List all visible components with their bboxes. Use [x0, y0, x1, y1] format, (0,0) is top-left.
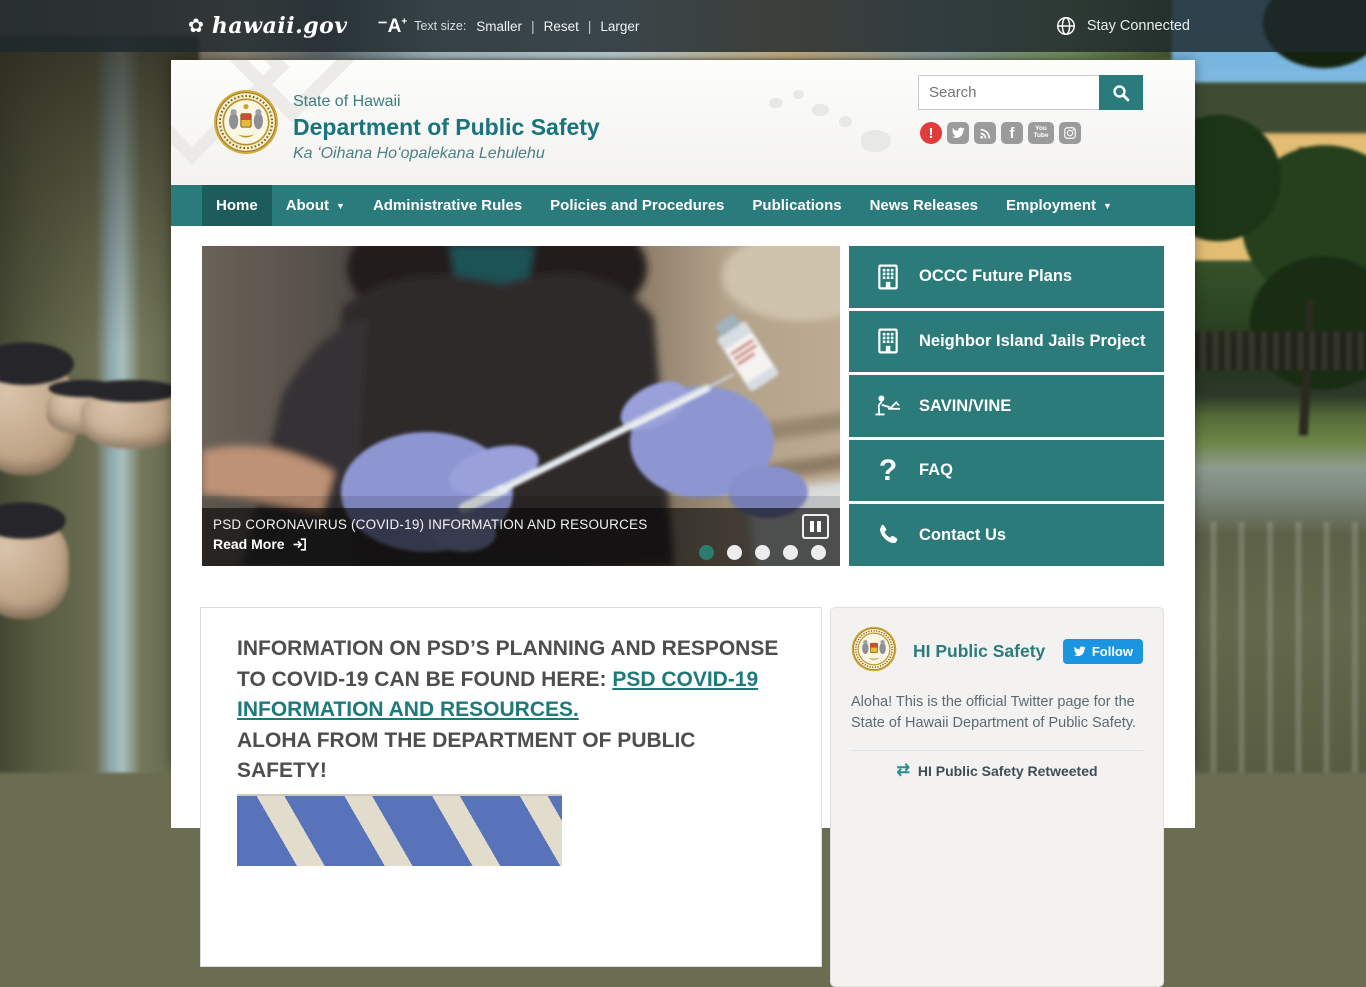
search-box	[918, 75, 1143, 110]
nav-item-about[interactable]: About ▼	[272, 185, 359, 226]
search-icon	[1113, 84, 1130, 101]
divider	[851, 750, 1143, 751]
twitter-avatar-seal[interactable]	[851, 626, 897, 677]
pond-stone	[0, 502, 69, 619]
nav-item-policies-and-procedures[interactable]: Policies and Procedures	[536, 185, 738, 226]
stay-connected-link[interactable]: Stay Connected	[1055, 15, 1190, 37]
retweet-icon: ⇄	[896, 762, 910, 779]
carousel-dot-1[interactable]	[699, 545, 714, 560]
chevron-down-icon: ▼	[1103, 200, 1112, 211]
globe-icon	[1056, 17, 1075, 35]
separator: |	[587, 18, 592, 34]
covid-info-text: INFORMATION ON PSD’S PLANNING AND RESPON…	[237, 634, 785, 787]
question-icon: ?	[878, 453, 898, 487]
carousel-dot-3[interactable]	[755, 545, 770, 560]
alert-icon[interactable]: !	[920, 122, 942, 144]
quick-link-occc-future-plans[interactable]: OCCC Future Plans	[849, 246, 1164, 308]
youtube-icon[interactable]: You Tube	[1028, 122, 1054, 144]
hawaii-gov-label: hawaii.gov	[211, 13, 348, 39]
text-larger-link[interactable]: Larger	[600, 19, 639, 34]
search-input[interactable]	[918, 75, 1099, 110]
twitter-icon[interactable]	[947, 122, 969, 144]
person-computer-icon	[871, 393, 905, 419]
stay-connected-label: Stay Connected	[1086, 18, 1190, 34]
sign-in-arrow-icon	[293, 537, 306, 551]
agency-title: Department of Public Safety	[293, 114, 600, 141]
twitter-widget: HI Public Safety Follow Aloha! This is t…	[830, 607, 1164, 987]
twitter-account-name[interactable]: HI Public Safety	[913, 641, 1045, 662]
quick-link-neighbor-island-jails[interactable]: Neighbor Island Jails Project	[849, 310, 1164, 373]
follow-button[interactable]: Follow	[1062, 639, 1143, 664]
hawaii-flag-image	[237, 793, 562, 866]
text-size-icon: ⁻A+	[377, 15, 408, 37]
nav-item-home[interactable]: Home	[202, 185, 272, 226]
twitter-bio: Aloha! This is the official Twitter page…	[851, 694, 1137, 731]
state-seal	[213, 89, 279, 160]
nav-item-administrative-rules[interactable]: Administrative Rules	[359, 185, 536, 226]
carousel-caption: PSD CORONAVIRUS (COVID-19) INFORMATION A…	[213, 517, 648, 532]
instagram-icon[interactable]	[1059, 122, 1081, 144]
hibiscus-icon: ✿	[188, 15, 204, 37]
read-more-link[interactable]: Read More	[213, 536, 307, 552]
agency-supertitle: State of Hawaii	[293, 93, 401, 110]
carousel-pause-button[interactable]	[802, 514, 829, 539]
hawaii-gov-logo[interactable]: ✿ hawaii.gov	[188, 13, 348, 39]
text-smaller-link[interactable]: Smaller	[476, 19, 522, 34]
quick-link-contact-us[interactable]: Contact Us	[849, 504, 1164, 566]
carousel-caption-bar: PSD CORONAVIRUS (COVID-19) INFORMATION A…	[202, 508, 840, 566]
carousel: PSD CORONAVIRUS (COVID-19) INFORMATION A…	[202, 246, 840, 566]
twitter-bird-icon	[1073, 646, 1086, 657]
page-container: State of Hawaii Department of Public Saf…	[171, 60, 1195, 987]
search-button[interactable]	[1099, 75, 1143, 110]
phone-icon	[871, 522, 905, 548]
facebook-icon[interactable]: f	[1001, 122, 1023, 144]
covid-info-card: INFORMATION ON PSD’S PLANNING AND RESPON…	[200, 607, 822, 967]
site-header: State of Hawaii Department of Public Saf…	[171, 60, 1195, 185]
quick-link-savin-vine[interactable]: SAVIN/VINE	[849, 375, 1164, 437]
pond-stone	[80, 380, 183, 449]
separator: |	[531, 18, 535, 34]
carousel-dot-5[interactable]	[811, 545, 826, 560]
nav-item-employment[interactable]: Employment ▼	[992, 185, 1126, 226]
text-size-control: ⁻A+ Text size:	[378, 17, 467, 36]
nav-item-news-releases[interactable]: News Releases	[856, 185, 992, 226]
social-icons: ! f You Tube	[920, 122, 1081, 144]
building-icon	[871, 262, 905, 292]
chevron-down-icon: ▼	[336, 200, 345, 211]
content-area: PSD CORONAVIRUS (COVID-19) INFORMATION A…	[171, 226, 1195, 987]
utility-bar: ✿ hawaii.gov ⁻A+ Text size: Smaller | Re…	[0, 0, 1366, 52]
main-nav: Home About ▼ Administrative Rules Policie…	[171, 185, 1195, 226]
agency-hawaiian-title: Ka ʻOihana Hoʻopalekana Lehulehu	[293, 144, 545, 162]
quick-links: OCCC Future Plans Neighbor Island Jails …	[849, 246, 1164, 566]
retweeted-label: ⇄ HI Public Safety Retweeted	[896, 762, 1098, 780]
text-reset-link[interactable]: Reset	[544, 19, 579, 34]
carousel-dot-4[interactable]	[783, 545, 798, 560]
quick-link-faq[interactable]: ? FAQ	[849, 439, 1164, 502]
rss-icon[interactable]	[974, 122, 996, 144]
building-icon	[871, 326, 905, 356]
carousel-dots	[699, 545, 826, 560]
aloha-line: ALOHA FROM THE DEPARTMENT OF PUBLIC SAFE…	[237, 728, 696, 783]
carousel-dot-2[interactable]	[727, 545, 742, 560]
text-size-label: Text size:	[414, 19, 467, 33]
nav-item-publications[interactable]: Publications	[738, 185, 855, 226]
